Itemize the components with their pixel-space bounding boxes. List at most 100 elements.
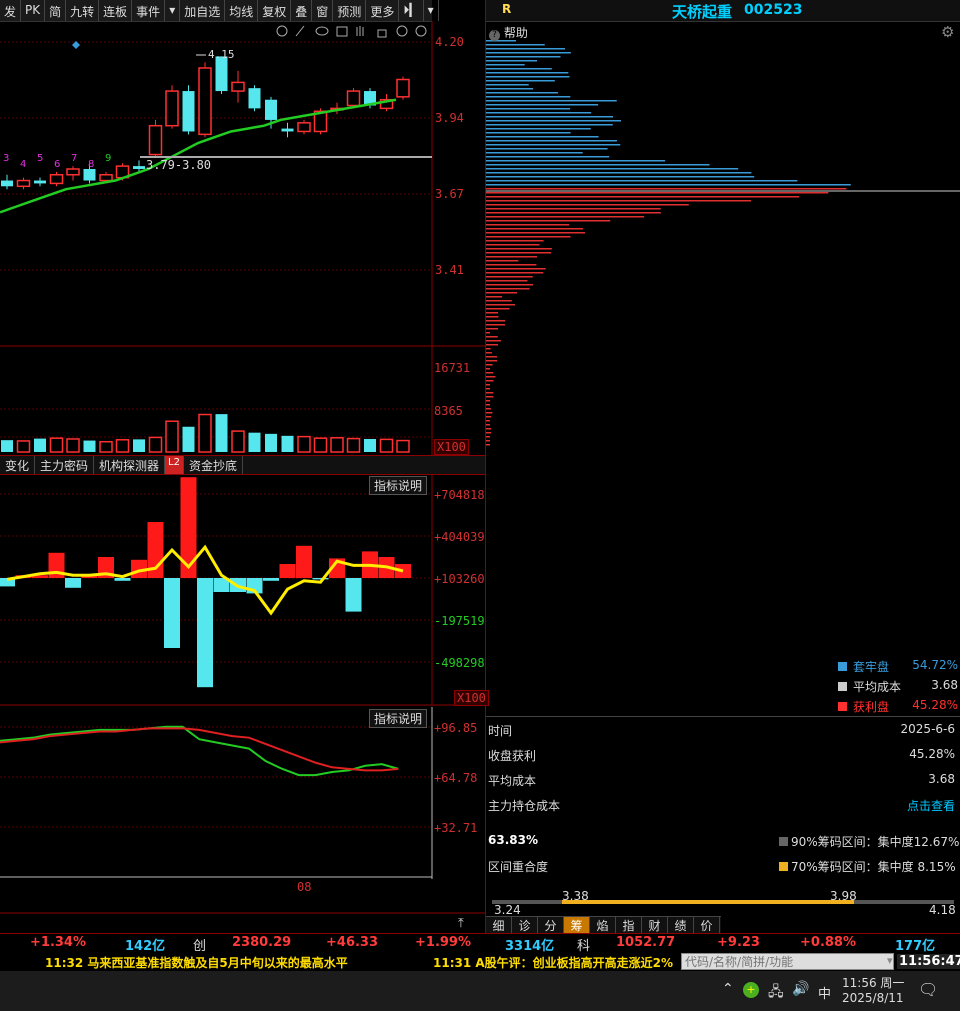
toolbar-item[interactable]: 事件: [132, 0, 166, 21]
volume-bar[interactable]: [198, 413, 212, 453]
settings-icon[interactable]: [276, 25, 288, 37]
toolbar-item[interactable]: 发: [0, 0, 22, 21]
indicator1-chart[interactable]: [0, 474, 485, 706]
fund-flow-bar[interactable]: [114, 578, 131, 581]
network-icon[interactable]: 🖧: [768, 981, 784, 1005]
toolbar-item[interactable]: 均线: [225, 0, 259, 21]
app-tray-icon[interactable]: +: [743, 982, 759, 998]
tab-institution-detector[interactable]: 机构探测器: [94, 456, 166, 474]
news-item[interactable]: 11:31 A股午评：创业板指高开高走涨近2%: [433, 954, 678, 971]
toolbar-item[interactable]: 叠: [291, 0, 313, 21]
right-tab[interactable]: 财: [642, 917, 668, 934]
right-tab[interactable]: 诊: [512, 917, 538, 934]
pen-icon[interactable]: [295, 25, 305, 37]
volume-bar[interactable]: [99, 440, 113, 453]
eye-icon[interactable]: [315, 26, 329, 36]
candle[interactable]: [281, 122, 294, 138]
fund-flow-bar[interactable]: [263, 578, 279, 581]
toolbar-item[interactable]: ▾: [424, 0, 439, 21]
toolbar-item[interactable]: 窗: [312, 0, 334, 21]
volume-bar[interactable]: [182, 426, 195, 452]
chevron-down-icon[interactable]: ▾: [887, 954, 893, 967]
right-tab[interactable]: 分: [538, 917, 564, 934]
volume-bar[interactable]: [330, 437, 344, 453]
tab-change[interactable]: 变化: [0, 456, 36, 474]
volume-bar[interactable]: [148, 436, 163, 453]
box-icon[interactable]: [336, 26, 348, 37]
fund-flow-bar[interactable]: [345, 578, 362, 612]
toolbar-item[interactable]: 更多: [366, 0, 400, 21]
candle[interactable]: [34, 177, 46, 187]
taskbar-date[interactable]: 2025/8/11: [842, 991, 904, 1005]
volume-bar[interactable]: [346, 437, 361, 453]
toolbar-item[interactable]: 连板: [99, 0, 133, 21]
candle[interactable]: [16, 177, 31, 190]
fund-flow-bar[interactable]: [279, 564, 296, 578]
fund-flow-bar[interactable]: [197, 578, 213, 688]
candle[interactable]: [248, 85, 261, 112]
zoom-in-icon[interactable]: [396, 25, 408, 37]
toolbar-item[interactable]: PK: [21, 0, 46, 21]
lock-icon[interactable]: [377, 29, 387, 38]
volume-bar[interactable]: [133, 439, 145, 452]
tab-main-code[interactable]: 主力密码: [35, 456, 95, 474]
volume-bar[interactable]: [297, 435, 311, 453]
candle[interactable]: [49, 171, 64, 187]
indicator1-explain-button[interactable]: 指标说明: [369, 476, 428, 495]
candle[interactable]: [148, 119, 163, 158]
volume-icon[interactable]: 🔊: [792, 981, 809, 997]
volume-bar[interactable]: [49, 437, 64, 453]
volume-bar[interactable]: [165, 420, 179, 453]
toolbar-item[interactable]: 简: [45, 0, 67, 21]
taskbar-time[interactable]: 11:56 周一: [842, 974, 904, 991]
candle[interactable]: [182, 85, 195, 135]
toolbar-item[interactable]: 加自选: [180, 0, 226, 21]
candle[interactable]: [396, 76, 410, 100]
chip-distribution[interactable]: [486, 40, 960, 460]
zoom-out-icon[interactable]: [415, 25, 427, 37]
volume-bar[interactable]: [115, 439, 130, 453]
toolbar-item[interactable]: ▾: [165, 0, 181, 21]
view-main-cost-link[interactable]: 点击查看: [907, 797, 955, 814]
candle[interactable]: [231, 70, 245, 103]
right-tab[interactable]: 绩: [668, 917, 694, 934]
fund-flow-bar[interactable]: [296, 545, 312, 578]
indicator2-explain-button[interactable]: 指标说明: [369, 709, 428, 728]
volume-bar[interactable]: [396, 439, 410, 453]
right-tab[interactable]: 细: [486, 917, 512, 934]
ime-indicator[interactable]: 中: [818, 983, 831, 1002]
hand-icon[interactable]: [356, 26, 364, 36]
toolbar-item[interactable]: 九转: [66, 0, 100, 21]
search-input[interactable]: [681, 953, 894, 970]
candle[interactable]: [66, 166, 80, 181]
volume-bar[interactable]: [16, 440, 31, 453]
price-chart[interactable]: 3.79-3.80 4.15 3456789: [0, 21, 485, 455]
candle[interactable]: [198, 62, 212, 138]
volume-bar[interactable]: [215, 414, 228, 452]
toolbar-item[interactable]: ⏵▎: [399, 0, 424, 21]
volume-bar[interactable]: [313, 437, 328, 453]
candle[interactable]: [297, 119, 311, 135]
candle[interactable]: [165, 85, 179, 129]
volume-bar[interactable]: [364, 438, 376, 452]
help-button[interactable]: ? 帮助: [489, 24, 528, 41]
volume-bar[interactable]: [248, 432, 261, 452]
chevron-up-icon[interactable]: ⌃: [722, 981, 734, 997]
toolbar-item[interactable]: 预测: [333, 0, 367, 21]
volume-bar[interactable]: [83, 440, 96, 452]
volume-bar[interactable]: [265, 433, 277, 452]
volume-bar[interactable]: [281, 435, 294, 452]
right-tab[interactable]: 价: [694, 917, 720, 934]
news-item[interactable]: 11:32 马来西亚基准指数触及自5月中旬以来的最高水平: [45, 954, 348, 971]
right-tab[interactable]: 筹: [564, 917, 590, 934]
right-tab[interactable]: 指: [616, 917, 642, 934]
right-tab[interactable]: 焰: [590, 917, 616, 934]
notification-icon[interactable]: 🗨: [918, 980, 938, 999]
toolbar-item[interactable]: 复权: [258, 0, 292, 21]
volume-bar[interactable]: [34, 438, 46, 452]
tab-fund-bottom[interactable]: 资金抄底: [184, 456, 243, 474]
candle[interactable]: [215, 56, 228, 94]
volume-bar[interactable]: [66, 438, 80, 453]
volume-bar[interactable]: [1, 440, 13, 452]
scroll-top-icon[interactable]: ⤒: [458, 916, 464, 931]
